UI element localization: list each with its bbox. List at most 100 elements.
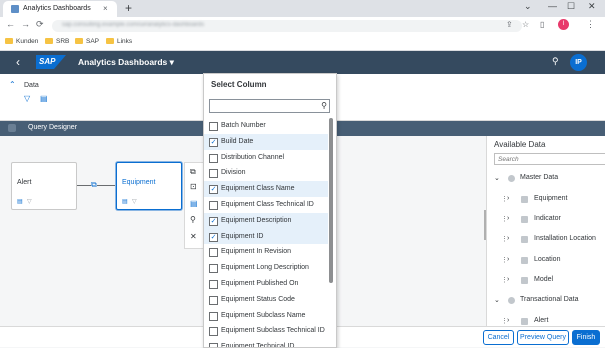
scrollbar[interactable]	[329, 118, 333, 283]
chevron-right-icon[interactable]: ›	[507, 235, 509, 242]
checkbox-checked-icon[interactable]: ✓	[209, 216, 218, 226]
chevron-right-icon[interactable]: ›	[507, 215, 509, 222]
entity-icon	[521, 216, 528, 223]
checkbox-icon[interactable]	[209, 169, 218, 179]
checkbox-checked-icon[interactable]: ✓	[209, 137, 218, 147]
column-option[interactable]: Batch Number	[204, 118, 328, 134]
chevron-down-icon[interactable]: ⌄	[494, 174, 500, 182]
checkbox-icon[interactable]	[209, 122, 218, 131]
cancel-button[interactable]: Cancel	[483, 330, 514, 345]
chevron-right-icon[interactable]: ›	[507, 195, 509, 202]
column-option[interactable]: Equipment Technical ID	[204, 339, 328, 347]
checkbox-icon[interactable]	[209, 264, 218, 274]
finish-button[interactable]: Finish	[572, 330, 600, 345]
checkbox-checked-icon[interactable]: ✓	[209, 185, 218, 195]
chevron-right-icon[interactable]: ›	[507, 256, 509, 263]
search-icon[interactable]: ⚲	[552, 56, 559, 67]
table-icon[interactable]: ▤	[17, 198, 23, 205]
filter-icon[interactable]: ▽	[24, 94, 30, 103]
checkbox-icon[interactable]	[209, 248, 218, 258]
checkbox-icon[interactable]	[209, 311, 218, 321]
forward-arrow-icon[interactable]: →	[21, 19, 30, 29]
bookmark-star-icon[interactable]: ☆	[522, 20, 529, 29]
table-icon[interactable]: ▤	[122, 198, 128, 205]
column-option[interactable]: Equipment Subclass Name	[204, 308, 328, 324]
chevron-right-icon[interactable]: ›	[507, 276, 509, 283]
url-text: sap.consulting.example.com/ui#analytics-…	[62, 22, 205, 28]
column-option[interactable]: ✓ Equipment Description	[204, 212, 328, 229]
menu-kebab-icon[interactable]: ⋮	[586, 19, 595, 30]
column-option[interactable]: Distribution Channel	[204, 150, 328, 166]
column-option[interactable]: Equipment Long Description	[204, 260, 328, 276]
entity-icon	[521, 257, 528, 264]
sidepanel-icon[interactable]: ▯	[540, 20, 544, 29]
column-option-label: Batch Number	[221, 122, 266, 129]
available-data-search[interactable]	[494, 153, 605, 165]
app-title-menu[interactable]: Analytics Dashboards ▾	[78, 57, 174, 68]
search-input[interactable]	[210, 100, 313, 112]
checkbox-icon[interactable]	[209, 200, 218, 210]
close-window-button[interactable]: ✕	[588, 1, 596, 12]
bookmark-kunden[interactable]: Kunden	[5, 38, 38, 45]
column-list: Batch Number ✓ Build Date Distribution Chan…	[204, 118, 328, 347]
alert-node[interactable]: Alert ▤ ▽	[11, 162, 77, 210]
table-icon[interactable]: ▤	[40, 94, 48, 103]
column-option[interactable]: ✓ Build Date	[204, 133, 328, 150]
column-option[interactable]: Equipment Published On	[204, 276, 328, 292]
minimize-button[interactable]: —	[548, 1, 557, 11]
sap-logo[interactable]: SAP	[36, 55, 66, 69]
bookmark-srb[interactable]: SRB	[45, 38, 69, 45]
bookmark-links[interactable]: Links	[106, 38, 132, 45]
column-option-label: Equipment Subclass Name	[221, 311, 306, 319]
tab-close-icon[interactable]: ×	[103, 4, 108, 13]
column-option-label: Division	[221, 169, 246, 177]
column-option[interactable]: ✓ Equipment Class Name	[204, 181, 328, 197]
checkbox-checked-icon[interactable]: ✓	[209, 232, 218, 242]
column-option[interactable]: Equipment In Revision	[204, 244, 328, 260]
checkbox-icon[interactable]	[209, 327, 218, 337]
folder-icon	[5, 38, 13, 44]
copy-icon[interactable]: ⧉	[190, 167, 196, 177]
column-option-label: Equipment ID	[221, 232, 264, 240]
search-icon[interactable]: ⚲	[321, 101, 327, 110]
column-option[interactable]: Equipment Subclass Technical ID	[204, 323, 328, 339]
checkbox-icon[interactable]	[209, 153, 218, 163]
url-field[interactable]: sap.consulting.example.com/ui#analytics-…	[52, 20, 522, 32]
node-label: Equipment	[122, 179, 156, 186]
remove-icon[interactable]: ✕	[190, 232, 197, 241]
checkbox-icon[interactable]	[209, 279, 218, 289]
column-option[interactable]: Equipment Class Technical ID	[204, 197, 328, 213]
filter-add-icon[interactable]: ⚲	[190, 215, 196, 224]
join-icon[interactable]: ⧉	[91, 180, 97, 190]
column-search[interactable]: ⚲	[209, 99, 330, 113]
collapse-chevron-icon[interactable]: ⌃	[9, 80, 16, 89]
preview-query-button[interactable]: Preview Query	[517, 330, 569, 345]
user-avatar[interactable]: IP	[570, 54, 587, 71]
select-columns-icon[interactable]: ▤	[190, 199, 198, 208]
back-arrow-icon[interactable]: ←	[6, 19, 15, 29]
query-designer-icon	[8, 124, 16, 132]
profile-avatar[interactable]: I	[558, 19, 569, 30]
search-input[interactable]	[495, 154, 598, 164]
chevron-down-icon[interactable]: ⌄	[494, 296, 500, 304]
shell-back-icon[interactable]: ‹	[16, 55, 20, 69]
tab-search-icon[interactable]: ⌄	[524, 1, 532, 12]
equipment-node[interactable]: Equipment ▤ ▽	[116, 162, 182, 210]
maximize-button[interactable]: ☐	[567, 1, 575, 12]
favicon-icon	[11, 5, 19, 13]
chevron-right-icon[interactable]: ›	[507, 317, 509, 324]
share-icon[interactable]: ⇪	[506, 20, 513, 29]
resize-icon[interactable]: ⊡	[190, 182, 197, 191]
filter-icon[interactable]: ▽	[27, 198, 32, 205]
new-tab-button[interactable]: +	[125, 1, 132, 15]
folder-icon	[106, 38, 114, 44]
filter-icon[interactable]: ▽	[132, 198, 137, 205]
column-option[interactable]: ✓ Equipment ID	[204, 228, 328, 245]
bookmark-sap[interactable]: SAP	[75, 38, 99, 45]
checkbox-icon[interactable]	[209, 295, 218, 305]
column-option[interactable]: Equipment Status Code	[204, 292, 328, 308]
reload-icon[interactable]: ⟳	[36, 19, 44, 30]
entity-icon	[521, 318, 528, 325]
column-option[interactable]: Division	[204, 165, 328, 181]
browser-tab[interactable]: Analytics Dashboards ×	[3, 1, 117, 17]
